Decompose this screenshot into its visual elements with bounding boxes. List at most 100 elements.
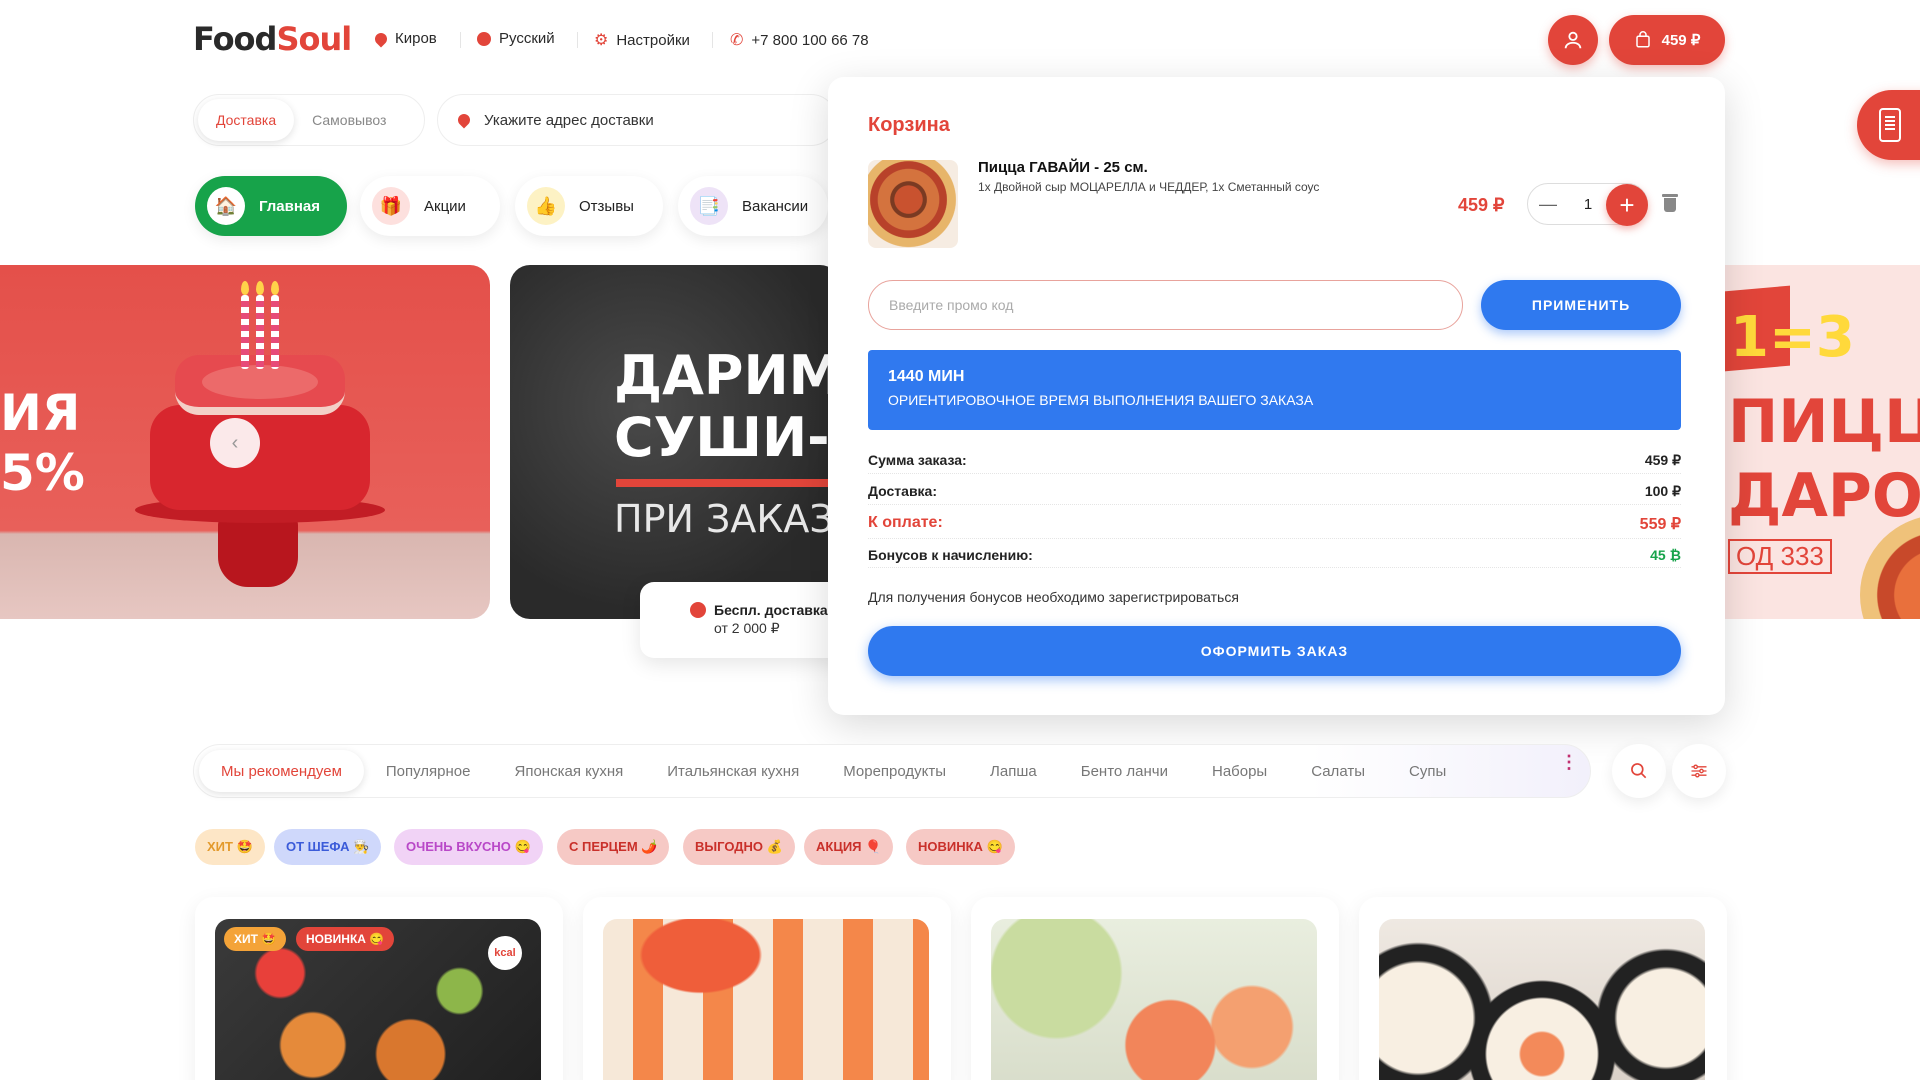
summary-row-subtotal: Сумма заказа: 459 ₽ [868, 452, 1681, 474]
more-categories-icon[interactable]: ⋮ [1560, 752, 1578, 773]
summary-label: Бонусов к начислению: [868, 547, 1033, 563]
search-icon [1631, 763, 1647, 779]
category-tab[interactable]: Лапша [968, 750, 1059, 792]
gift-icon: 🎁 [372, 187, 410, 225]
user-icon [1564, 31, 1582, 49]
delivery-option[interactable]: Доставка [198, 99, 295, 141]
carousel-prev-button[interactable]: ‹ [210, 418, 260, 468]
candle [256, 295, 264, 369]
tag-new[interactable]: НОВИНКА 😋 [906, 829, 1015, 865]
candle [271, 295, 279, 369]
chevron-left-icon: ‹ [231, 431, 239, 454]
category-tab[interactable]: Японская кухня [493, 750, 646, 792]
search-button[interactable] [1612, 744, 1666, 798]
mobile-app-widget[interactable] [1857, 90, 1920, 160]
category-bar: Мы рекомендуем Популярное Японская кухня… [193, 744, 1591, 798]
tag-hit[interactable]: ХИТ 🤩 [195, 829, 265, 865]
tag-tasty[interactable]: ОЧЕНЬ ВКУСНО 😋 [394, 829, 543, 865]
badge-hit: ХИТ 🤩 [224, 927, 287, 951]
kcal-badge[interactable]: kcal [488, 936, 522, 970]
thumbs-up-icon: 👍 [527, 187, 565, 225]
tag-profitable[interactable]: ВЫГОДНО 💰 [683, 829, 795, 865]
category-tab[interactable]: Итальянская кухня [645, 750, 821, 792]
category-tab[interactable]: Морепродукты [821, 750, 968, 792]
eta-minutes: 1440 МИН [888, 368, 965, 385]
decrease-quantity-button[interactable]: — [1528, 194, 1568, 215]
location-pin-icon [455, 111, 473, 129]
settings-link[interactable]: ⚙ Настройки [594, 30, 690, 50]
summary-label: Сумма заказа: [868, 452, 967, 468]
tag-promo[interactable]: АКЦИЯ 🎈 [804, 829, 894, 865]
language-selector[interactable]: Русский [477, 30, 555, 47]
phone-label: +7 800 100 66 78 [751, 31, 869, 49]
bonus-note: Для получения бонусов необходимо зарегис… [868, 589, 1239, 605]
cake-stand [218, 515, 298, 587]
globe-icon [477, 31, 491, 46]
pickup-option[interactable]: Самовывоз [294, 99, 404, 141]
logo-food: Food [193, 20, 277, 58]
divider [460, 32, 461, 48]
category-tab[interactable]: Мы рекомендуем [199, 750, 364, 792]
tag-spicy[interactable]: С ПЕРЦЕМ 🌶️ [557, 829, 670, 865]
cart-item-image [868, 160, 958, 248]
filter-button[interactable] [1672, 744, 1726, 798]
summary-value: 45 ₿ [1650, 547, 1681, 563]
cart-total: 459 ₽ [1661, 32, 1701, 49]
divider [712, 32, 713, 48]
phone-icon: ✆ [730, 32, 744, 49]
summary-value: 459 ₽ [1644, 452, 1681, 468]
nav-home-label: Главная [259, 197, 321, 215]
category-tab[interactable]: Популярное [364, 750, 493, 792]
cake-top [202, 365, 318, 399]
city-selector[interactable]: Киров [372, 30, 437, 47]
phone-link[interactable]: ✆ +7 800 100 66 78 [730, 30, 869, 50]
summary-row-total: К оплате: 559 ₽ [868, 514, 1681, 539]
product-card[interactable] [1359, 897, 1727, 1080]
gear-icon: ⚙ [594, 32, 609, 49]
nav-reviews-label: Отзывы [579, 197, 634, 215]
settings-label: Настройки [616, 31, 690, 49]
eta-text: ОРИЕНТИРОВОЧНОЕ ВРЕМЯ ВЫПОЛНЕНИЯ ВАШЕГО … [888, 392, 1314, 408]
promo-banner-sushi[interactable]: ДАРИМСУШИ-С ПРИ ЗАКАЗЕ [510, 265, 840, 619]
location-pin-icon [372, 30, 390, 47]
tag-chef[interactable]: ОТ ШЕФА 👨‍🍳 [274, 829, 382, 865]
product-card[interactable] [583, 897, 951, 1080]
category-tab[interactable]: Наборы [1190, 750, 1289, 792]
cart-popup: Корзина Пицца ГАВАЙИ - 25 см. 1x Двойной… [828, 77, 1725, 715]
category-tab[interactable]: Салаты [1289, 750, 1387, 792]
filter-sliders-icon [1691, 764, 1707, 778]
nav-promotions[interactable]: 🎁 Акции [360, 176, 500, 236]
nav-promotions-label: Акции [424, 197, 466, 215]
flame [271, 281, 279, 295]
user-account-button[interactable] [1548, 15, 1598, 65]
quantity-stepper: — 1 + [1527, 183, 1648, 226]
trash-icon[interactable] [1662, 192, 1678, 214]
checkout-button[interactable]: ОФОРМИТЬ ЗАКАЗ [868, 626, 1681, 676]
candle [241, 295, 249, 369]
nav-vacancies[interactable]: 📑 Вакансии [678, 176, 828, 236]
language-label: Русский [499, 30, 555, 47]
cart-button[interactable]: 459 ₽ [1609, 15, 1725, 65]
cart-item-price: 459 ₽ [1458, 195, 1505, 215]
logo[interactable]: FoodSoul [193, 20, 352, 58]
product-card[interactable] [971, 897, 1339, 1080]
product-card[interactable] [195, 897, 563, 1080]
cart-title: Корзина [868, 114, 950, 136]
increase-quantity-button[interactable]: + [1606, 184, 1648, 226]
category-tab[interactable]: Супы [1387, 750, 1468, 792]
promo-code-input[interactable] [868, 280, 1463, 330]
promo-banner-pizza[interactable]: 1=3 ПИЦЦАДАРОК ОД 333 [1700, 265, 1920, 619]
category-tab[interactable]: Бенто ланчи [1059, 750, 1190, 792]
banner-ribbon-text: 1=3 [1730, 305, 1855, 370]
summary-value: 100 ₽ [1644, 483, 1681, 499]
badge-new: НОВИНКА 😋 [296, 927, 395, 951]
summary-label: Доставка: [868, 483, 938, 499]
banner-underline [616, 479, 840, 487]
apply-promo-button[interactable]: ПРИМЕНИТЬ [1481, 280, 1681, 330]
address-input[interactable]: Укажите адрес доставки [437, 94, 837, 146]
page: FoodSoul Киров Русский ⚙ Настройки ✆ +7 … [0, 0, 1920, 1080]
banner-right-code: ОД 333 [1728, 539, 1832, 574]
nav-reviews[interactable]: 👍 Отзывы [515, 176, 663, 236]
nav-home[interactable]: 🏠 Главная [195, 176, 347, 236]
home-icon: 🏠 [207, 187, 245, 225]
